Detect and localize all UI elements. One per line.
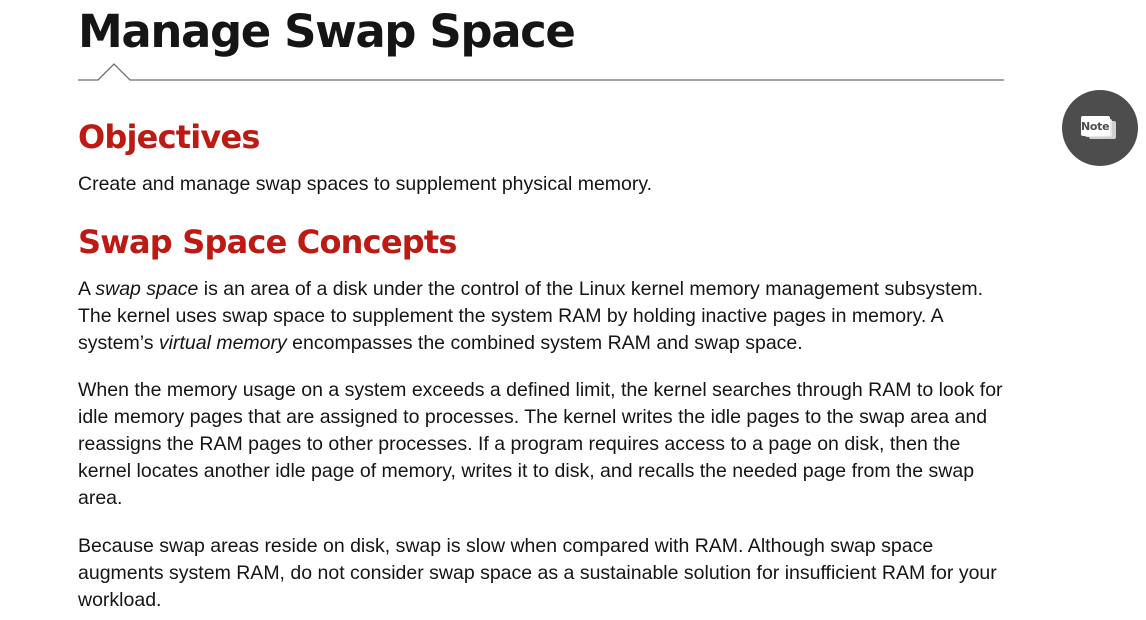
concepts-paragraph-2: When the memory usage on a system exceed… <box>78 379 1003 509</box>
title-divider <box>78 63 1004 81</box>
swap-space-concepts-heading: Swap Space Concepts <box>78 223 457 261</box>
note-button-label: Note <box>1081 120 1110 133</box>
p1-text-1: A <box>78 278 96 300</box>
objectives-heading: Objectives <box>78 118 260 156</box>
swap-space-term: swap space <box>95 278 199 300</box>
objectives-text: Create and manage swap spaces to supplem… <box>78 173 653 195</box>
p1-text-3: encompasses the combined system RAM and … <box>286 332 803 354</box>
concepts-paragraph-1: A swap space is an area of a disk under … <box>78 276 1008 357</box>
page-title: Manage Swap Space <box>78 5 576 58</box>
virtual-memory-term: virtual memory <box>158 332 287 354</box>
concepts-paragraph-3: Because swap areas reside on disk, swap … <box>78 535 997 611</box>
